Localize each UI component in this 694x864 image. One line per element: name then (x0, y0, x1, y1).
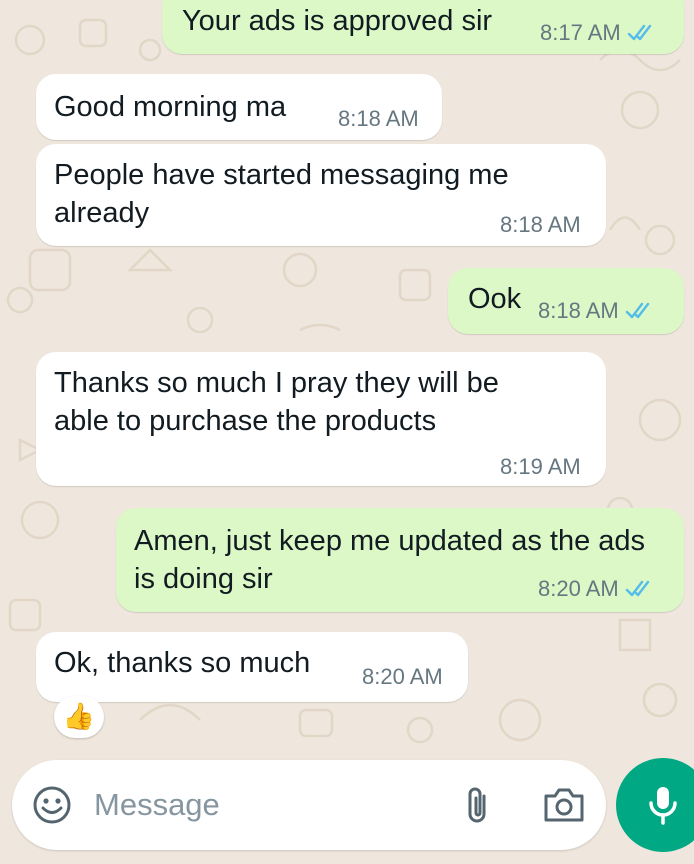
message-meta: 8:19 AM (500, 454, 581, 480)
message-time: 8:18 AM (538, 298, 619, 323)
message-text: Your ads is approved sir (182, 5, 493, 37)
message-text: Ok, thanks so much (54, 647, 311, 679)
message-time: 8:17 AM (540, 20, 621, 45)
message-meta: 8:18 AM (538, 298, 655, 324)
message-meta: 8:20 AM (362, 664, 443, 690)
read-ticks-icon (625, 580, 649, 597)
message-meta: 8:17 AM (540, 20, 657, 46)
message-bubble-incoming[interactable]: People have started messaging me already… (36, 144, 606, 246)
message-text: Ook (468, 283, 522, 315)
message-meta: 8:18 AM (500, 212, 581, 238)
read-ticks-icon (627, 24, 651, 41)
message-bubble-outgoing[interactable]: Ook 8:18 AM (448, 268, 684, 334)
message-bubble-incoming[interactable]: Thanks so much I pray they will be able … (36, 352, 606, 486)
message-bubble-incoming[interactable]: Ok, thanks so much 8:20 AM (36, 632, 468, 702)
message-text: Thanks so much I pray they will be able … (54, 367, 499, 437)
emoji-icon[interactable] (32, 785, 72, 825)
message-time: 8:19 AM (500, 454, 581, 479)
read-ticks-icon (625, 302, 649, 319)
attach-icon[interactable] (460, 784, 494, 828)
reaction-thumbs-up[interactable]: 👍 (54, 696, 104, 738)
message-bubble-outgoing[interactable]: Amen, just keep me updated as the ads is… (116, 508, 684, 612)
message-composer (12, 760, 606, 850)
message-time: 8:18 AM (500, 212, 581, 237)
message-bubble-outgoing[interactable]: Your ads is approved sir 8:17 AM (162, 0, 684, 54)
message-input[interactable] (94, 782, 434, 828)
message-bubble-incoming[interactable]: Good morning ma 8:18 AM (36, 74, 442, 140)
message-meta: 8:20 AM (538, 576, 655, 602)
message-text: People have started messaging me already (54, 159, 509, 229)
message-meta: 8:18 AM (338, 106, 419, 132)
message-time: 8:20 AM (538, 576, 619, 601)
message-time: 8:18 AM (338, 106, 419, 131)
message-time: 8:20 AM (362, 664, 443, 689)
message-text: Good morning ma (54, 91, 287, 123)
microphone-icon (649, 787, 677, 825)
camera-icon[interactable] (542, 786, 586, 824)
